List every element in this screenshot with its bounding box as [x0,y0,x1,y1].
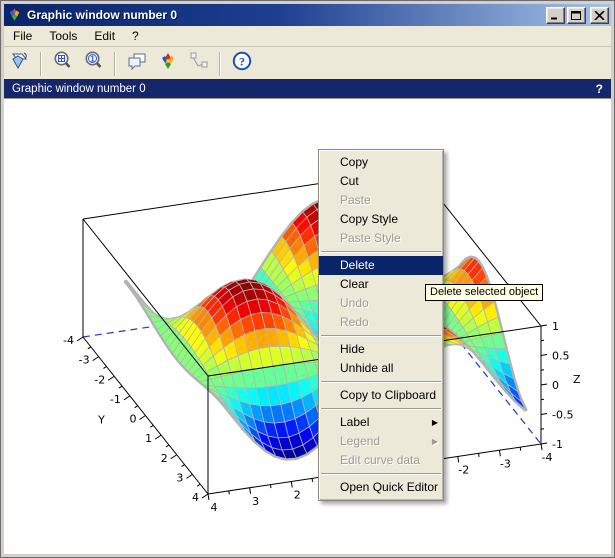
toolbar: 1? [4,46,611,80]
menu-item-delete[interactable]: Delete [319,256,443,275]
toolbar-separator [40,52,42,76]
svg-text:-0.5: -0.5 [552,409,573,422]
menu-item-label: Label [340,413,432,432]
menu-separator [321,408,441,410]
menu-separator [321,335,441,337]
menu-item-copy-to-clipboard[interactable]: Copy to Clipboard [319,386,443,405]
menu-item-label: Delete [340,256,435,275]
svg-text:-4: -4 [63,334,74,347]
scilab-demo-button[interactable] [153,49,182,78]
menu-item-label: Hide [340,340,435,359]
toolbar-separator [114,52,116,76]
app-window: Graphic window number 0 FileToolsEdit? 1… [0,0,615,558]
menubar-item-file[interactable]: File [5,27,40,45]
svg-text:3: 3 [252,495,259,508]
menu-separator [321,473,441,475]
menu-item-paste[interactable]: Paste [319,191,443,210]
menu-separator [321,381,441,383]
zoom-original-icon: 1 [83,50,105,77]
menu-item-hide[interactable]: Hide [319,340,443,359]
menubar-item-edit[interactable]: Edit [86,27,123,45]
svg-text:-1: -1 [552,438,563,451]
toolbar-separator [219,52,221,76]
menu-item-label: Cut [340,172,435,191]
svg-text:-2: -2 [458,464,469,477]
svg-text:3: 3 [176,471,183,484]
menu-item-redo[interactable]: Redo [319,313,443,332]
scilab-demo-icon [157,50,179,77]
svg-text:Z: Z [573,373,581,386]
rotate-button[interactable] [5,49,34,78]
infobar-text: Graphic window number 0 [12,83,146,95]
zoom-area-icon [52,50,74,77]
tooltip: Delete selected object [425,284,543,301]
datatips-button[interactable] [184,49,213,78]
rotate-icon [9,50,31,77]
menu-item-paste-style[interactable]: Paste Style [319,229,443,248]
minimize-button[interactable] [546,7,565,24]
svg-text:-3: -3 [500,457,511,470]
surface-plot[interactable]: 43210-1-2-3-4-4-3-2-10123410.50-0.5-1YZ [5,100,612,556]
svg-text:4: 4 [211,501,218,514]
menu-item-copy-style[interactable]: Copy Style [319,210,443,229]
window-title: Graphic window number 0 [27,8,546,22]
menu-item-label: Undo [340,294,435,313]
close-button[interactable] [590,7,609,24]
menubar-item-q[interactable]: ? [124,27,147,45]
svg-text:0: 0 [130,413,137,426]
menubar-item-tools[interactable]: Tools [41,27,85,45]
infobar-help-icon[interactable]: ? [596,82,603,96]
figure-properties-icon [126,50,148,77]
menu-item-legend[interactable]: Legend▶ [319,432,443,451]
svg-text:?: ? [239,54,245,68]
svg-text:-1: -1 [110,393,121,406]
menu-item-open-quick-editor[interactable]: Open Quick Editor [319,478,443,497]
submenu-arrow-icon: ▶ [432,413,438,432]
menu-item-edit-curve-data[interactable]: Edit curve data [319,451,443,470]
plot-canvas[interactable]: 43210-1-2-3-4-4-3-2-10123410.50-0.5-1YZ [4,98,611,554]
svg-text:1: 1 [552,320,559,333]
menu-item-label: Paste [340,191,435,210]
zoom-original-button[interactable]: 1 [79,49,108,78]
svg-text:0: 0 [552,379,559,392]
svg-text:1: 1 [145,432,152,445]
svg-text:Y: Y [97,414,105,427]
menu-separator [321,251,441,253]
menu-item-label[interactable]: Label▶ [319,413,443,432]
menu-item-label: Open Quick Editor [340,478,438,497]
context-menu: CopyCutPasteCopy StylePaste StyleDeleteC… [318,149,444,501]
menu-item-copy[interactable]: Copy [319,153,443,172]
menu-item-label: Copy Style [340,210,435,229]
titlebar[interactable]: Graphic window number 0 [4,4,611,26]
menu-item-cut[interactable]: Cut [319,172,443,191]
menu-item-label: Legend [340,432,432,451]
help-button[interactable]: ? [227,49,256,78]
menu-item-label: Copy [340,153,435,172]
svg-text:2: 2 [161,452,168,465]
svg-text:-3: -3 [79,354,90,367]
svg-text:-4: -4 [542,451,553,464]
svg-text:2: 2 [294,489,301,502]
svg-text:4: 4 [192,491,199,504]
maximize-button[interactable] [567,7,586,24]
menu-item-label: Edit curve data [340,451,435,470]
menu-item-label: Unhide all [340,359,435,378]
menu-item-unhide-all[interactable]: Unhide all [319,359,443,378]
app-icon[interactable] [7,7,23,23]
menu-item-label: Clear [340,275,435,294]
submenu-arrow-icon: ▶ [432,432,438,451]
zoom-area-button[interactable] [48,49,77,78]
menu-item-label: Redo [340,313,435,332]
menu-item-label: Paste Style [340,229,435,248]
infobar: Graphic window number 0 ? [4,79,611,98]
menubar: FileToolsEdit? [4,26,611,47]
figure-properties-button[interactable] [122,49,151,78]
svg-text:-2: -2 [94,373,105,386]
svg-text:0.5: 0.5 [552,350,570,363]
window-buttons [546,7,609,24]
menu-item-label: Copy to Clipboard [340,386,436,405]
help-icon: ? [231,50,253,77]
datatips-icon [188,50,210,77]
svg-text:1: 1 [90,54,95,63]
